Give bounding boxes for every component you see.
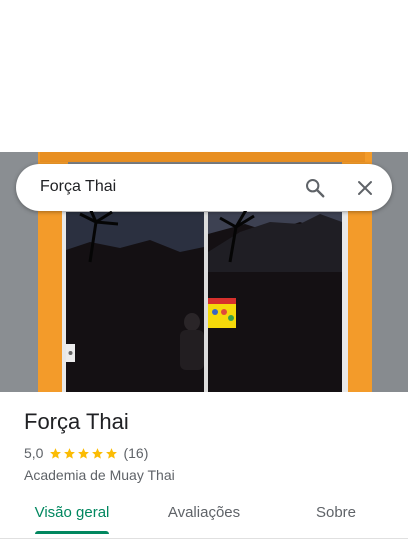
star-rating	[49, 447, 119, 460]
rating-row[interactable]: 5,0 (16)	[24, 444, 394, 462]
search-icon	[306, 179, 325, 198]
tab-reviews[interactable]: Avaliações	[154, 496, 254, 532]
active-tab-indicator	[35, 531, 109, 534]
search-button[interactable]	[300, 173, 330, 203]
clear-search-button[interactable]	[350, 173, 380, 203]
tab-about[interactable]: Sobre	[292, 496, 380, 532]
tab-bar: Visão geral Avaliações Sobre	[0, 496, 408, 536]
star-icon	[106, 447, 118, 459]
search-bar[interactable]	[16, 164, 392, 211]
search-input[interactable]	[40, 177, 280, 197]
place-title: Força Thai	[24, 409, 129, 434]
star-icon	[50, 447, 62, 459]
review-count: (16)	[123, 445, 149, 461]
star-icon	[64, 447, 76, 459]
rating-value: 5,0	[24, 445, 44, 461]
tab-overview[interactable]: Visão geral	[22, 496, 122, 532]
star-icon	[92, 447, 104, 459]
tab-divider	[0, 538, 408, 539]
close-icon	[358, 181, 372, 195]
place-info: Força Thai 5,0 (16) Academia de Muay Tha…	[24, 408, 394, 484]
star-icon	[78, 447, 90, 459]
place-category[interactable]: Academia de Muay Thai	[24, 466, 394, 484]
